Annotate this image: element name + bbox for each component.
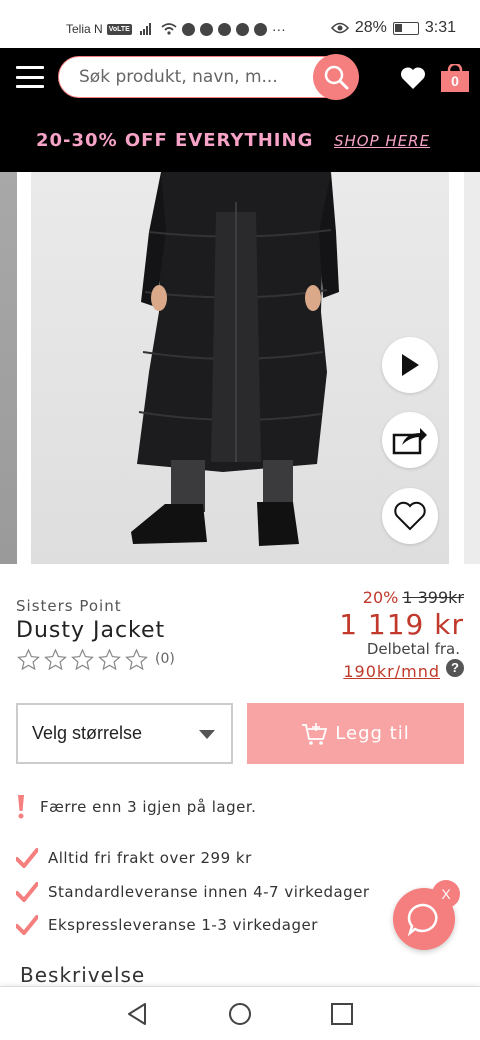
chrome-icon bbox=[217, 22, 231, 36]
add-to-cart-button[interactable]: Legg til bbox=[247, 703, 464, 764]
home-icon[interactable] bbox=[227, 1001, 253, 1027]
back-icon[interactable] bbox=[125, 1001, 151, 1027]
signal-icon bbox=[139, 23, 151, 35]
clock: 3:31 bbox=[424, 19, 456, 36]
add-to-wishlist-button[interactable] bbox=[382, 488, 438, 544]
feature-item: Alltid fri frakt over 299 kr bbox=[16, 848, 252, 868]
installment-label: Delbetal fra. bbox=[366, 640, 460, 658]
product-brand[interactable]: Sisters Point bbox=[16, 597, 122, 615]
recents-icon[interactable] bbox=[329, 1001, 355, 1027]
star-icon bbox=[71, 648, 94, 671]
more-notifications: ··· bbox=[271, 21, 286, 37]
carrier-label: Telia N bbox=[66, 22, 103, 36]
search-input[interactable] bbox=[79, 67, 289, 87]
star-icon bbox=[44, 648, 67, 671]
star-icon bbox=[125, 648, 148, 671]
star-icon bbox=[17, 648, 40, 671]
feature-text: Ekspressleveranse 1-3 virkedager bbox=[48, 916, 318, 934]
chrome-icon bbox=[181, 22, 195, 36]
add-to-cart-label: Legg til bbox=[335, 723, 410, 744]
eye-icon bbox=[330, 22, 349, 34]
hamburger-icon[interactable] bbox=[16, 66, 44, 88]
rating-stars[interactable] bbox=[16, 648, 149, 672]
chat-bubble-icon bbox=[407, 903, 438, 936]
share-icon bbox=[392, 428, 427, 455]
review-count[interactable]: (0) bbox=[155, 651, 175, 667]
share-button[interactable] bbox=[382, 412, 438, 468]
stock-warning-text: Færre enn 3 igjen på lager. bbox=[40, 798, 257, 816]
chrome-icon bbox=[235, 22, 249, 36]
search-bar bbox=[58, 54, 359, 100]
feature-text: Alltid fri frakt over 299 kr bbox=[48, 849, 252, 867]
cart-add-icon bbox=[302, 722, 328, 745]
status-left: Telia N VoLTE ··· bbox=[66, 21, 286, 37]
promo-banner-text: 20-30% OFF EVERYTHING bbox=[36, 130, 314, 151]
original-price: 1 399kr bbox=[402, 588, 464, 607]
product-title: Dusty Jacket bbox=[16, 618, 166, 643]
chrome-icon bbox=[253, 22, 267, 36]
star-icon bbox=[98, 648, 121, 671]
previous-image-peek[interactable] bbox=[0, 172, 17, 564]
installment-link[interactable]: 190kr/mnd bbox=[343, 662, 440, 681]
discount-info: 20% 1 399kr bbox=[363, 588, 464, 607]
checkmark-icon bbox=[16, 882, 38, 902]
site-header: 0 20-30% OFF EVERYTHING SHOP HERE bbox=[0, 48, 480, 172]
chrome-icon bbox=[199, 22, 213, 36]
play-icon bbox=[402, 354, 419, 376]
volte-badge: VoLTE bbox=[106, 23, 132, 35]
cart-button[interactable]: 0 bbox=[440, 64, 470, 92]
discount-percent: 20% bbox=[362, 588, 399, 607]
system-nav-bar bbox=[0, 986, 480, 1040]
product-image[interactable] bbox=[31, 172, 449, 564]
size-select-label: Velg størrelse bbox=[32, 723, 143, 743]
checkmark-icon bbox=[16, 915, 38, 935]
description-heading[interactable]: Beskrivelse bbox=[20, 963, 145, 987]
help-icon[interactable]: ? bbox=[446, 659, 464, 677]
battery-icon bbox=[392, 21, 419, 35]
status-bar: Telia N VoLTE ··· 28% 3:31 bbox=[0, 0, 480, 48]
chat-close-button[interactable]: X bbox=[432, 880, 460, 908]
wifi-icon bbox=[161, 23, 177, 35]
promo-shop-link[interactable]: SHOP HERE bbox=[334, 132, 430, 150]
feature-item: Ekspressleveranse 1-3 virkedager bbox=[16, 915, 318, 935]
heart-outline-icon bbox=[394, 501, 426, 531]
size-select[interactable]: Velg størrelse bbox=[16, 703, 233, 764]
status-right: 28% 3:31 bbox=[330, 19, 456, 37]
product-gallery[interactable] bbox=[0, 172, 480, 564]
battery-percent: 28% bbox=[354, 19, 387, 36]
next-image-peek[interactable] bbox=[464, 172, 480, 564]
notification-icons: ··· bbox=[161, 21, 286, 37]
feature-item: Standardleveranse innen 4-7 virkedager bbox=[16, 882, 370, 902]
checkmark-icon bbox=[16, 848, 38, 868]
search-icon bbox=[324, 65, 349, 90]
search-button[interactable] bbox=[313, 54, 359, 100]
play-video-button[interactable] bbox=[382, 337, 438, 393]
current-price: 1 119 kr bbox=[339, 608, 464, 641]
chevron-down-icon bbox=[199, 730, 215, 739]
cart-count: 0 bbox=[451, 73, 459, 89]
stock-warning: Færre enn 3 igjen på lager. bbox=[16, 794, 256, 820]
heart-icon[interactable] bbox=[400, 66, 426, 90]
feature-text: Standardleveranse innen 4-7 virkedager bbox=[48, 883, 370, 901]
exclamation-icon bbox=[18, 795, 24, 819]
